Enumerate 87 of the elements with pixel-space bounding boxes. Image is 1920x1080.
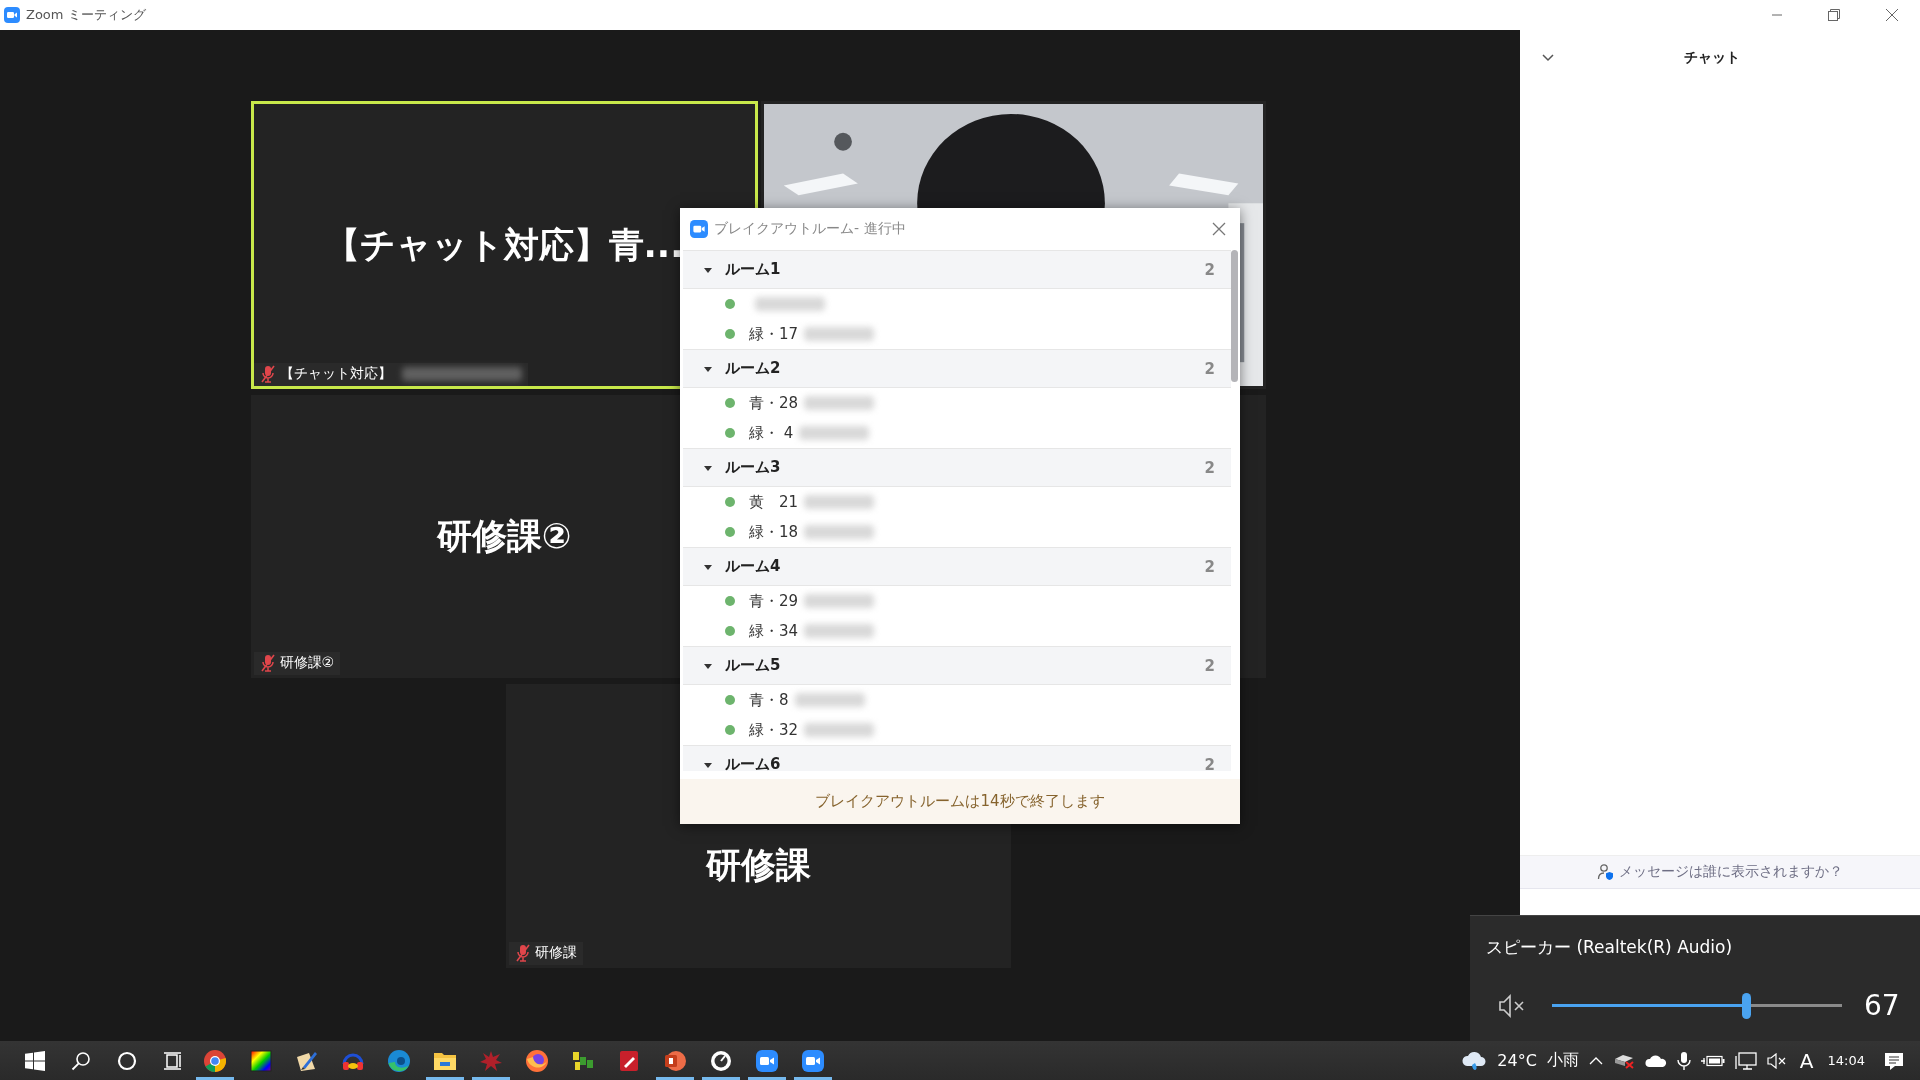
fox-globe-icon	[525, 1048, 549, 1073]
chevron-up-icon[interactable]	[1588, 1055, 1603, 1066]
participant-count: 2	[1204, 359, 1215, 378]
participant-count: 2	[1204, 755, 1215, 771]
status-dot	[725, 329, 735, 339]
circle-icon[interactable]	[117, 1050, 137, 1071]
room-name: ルーム4	[725, 557, 781, 576]
participant-name: 緑・17	[749, 324, 799, 344]
speaker-muted-icon[interactable]	[1766, 1052, 1787, 1069]
document-icon	[617, 1048, 641, 1073]
window-title: Zoom ミーティング	[26, 6, 146, 24]
participant-display-name: 研修課	[705, 843, 811, 887]
status-dot	[725, 695, 735, 705]
room-name: ルーム3	[725, 458, 781, 477]
weather-condition[interactable]: 小雨	[1546, 1050, 1579, 1071]
status-dot	[725, 596, 735, 606]
room-name: ルーム2	[725, 359, 781, 378]
status-dot	[725, 626, 735, 636]
clock[interactable]: 14:04	[1827, 1053, 1865, 1068]
participant-name: 緑・18	[749, 522, 799, 542]
device-name: スピーカー (Realtek(R) Audio)	[1486, 936, 1734, 959]
dial-icon	[709, 1048, 733, 1073]
dialog-title: ブレイクアウトルーム- 進行中	[714, 220, 906, 238]
participant-count: 2	[1204, 260, 1215, 279]
slider-thumb[interactable]	[1742, 992, 1752, 1019]
room-header[interactable]: ルーム1 2	[683, 250, 1231, 289]
participant-count: 2	[1204, 557, 1215, 576]
swirl-icon	[387, 1048, 411, 1073]
participant-name: 黄 21	[749, 492, 799, 512]
drive-error-icon[interactable]	[1612, 1052, 1635, 1069]
status-dot	[725, 299, 735, 309]
cloud-icon[interactable]	[1644, 1053, 1667, 1068]
participant-display-name: 研修課②	[436, 515, 572, 558]
participant-count: 2	[1204, 656, 1215, 675]
room-header[interactable]: ルーム5 2	[683, 646, 1231, 685]
participant-name: 青・28	[749, 393, 799, 413]
participant-name: 青・29	[749, 591, 799, 611]
volume-value: 67	[1864, 989, 1900, 1022]
status-dot	[725, 527, 735, 537]
participant-name: 研修課②	[279, 654, 335, 672]
room-header[interactable]: ルーム4 2	[683, 547, 1231, 586]
search-icon[interactable]	[71, 1050, 91, 1071]
notification-icon[interactable]	[1884, 1050, 1904, 1071]
video-camera-icon	[4, 7, 20, 23]
participant-name: 【チャット対応】	[279, 365, 392, 383]
room-header[interactable]: ルーム2 2	[683, 349, 1231, 388]
temperature[interactable]: 24°C	[1497, 1051, 1537, 1070]
video-camera-icon	[801, 1048, 825, 1073]
participant-name: 研修課	[534, 944, 577, 962]
browser-icon	[203, 1048, 227, 1073]
speaker-muted-icon[interactable]	[1498, 992, 1526, 1019]
monitor-icon[interactable]	[1734, 1051, 1757, 1070]
chevron-down-icon[interactable]	[1542, 54, 1554, 62]
participant-name: 緑・ 4	[749, 423, 794, 443]
windows-start-icon[interactable]	[25, 1050, 45, 1071]
room-name: ルーム6	[725, 755, 781, 771]
notice-text: ブレイクアウトルームは14秒で終了します	[815, 792, 1105, 811]
hint-text: メッセージは誰に表示されますか？	[1619, 863, 1843, 881]
task-view-icon[interactable]	[163, 1050, 183, 1071]
input-method-indicator[interactable]: A	[1799, 1048, 1814, 1073]
color-gradient-icon	[249, 1048, 273, 1073]
chat-title: チャット	[1684, 49, 1740, 67]
close-icon[interactable]	[1212, 222, 1226, 236]
participant-display-name: 【チャット対応】青...	[324, 223, 684, 267]
cloud-rain-icon[interactable]	[1461, 1049, 1488, 1072]
status-dot	[725, 497, 735, 507]
scrollbar-thumb[interactable]	[1231, 250, 1238, 382]
participant-name: 緑・32	[749, 720, 799, 740]
participant-name: 青・8	[749, 690, 789, 710]
room-name: ルーム1	[725, 260, 781, 279]
participant-name: 緑・34	[749, 621, 799, 641]
restore-icon[interactable]	[1828, 9, 1840, 21]
room-header[interactable]: ルーム3 2	[683, 448, 1231, 487]
microphone-icon[interactable]	[1676, 1050, 1691, 1071]
status-dot	[725, 398, 735, 408]
video-camera-icon	[690, 220, 708, 238]
battery-plug-icon[interactable]	[1700, 1053, 1725, 1068]
room-name: ルーム5	[725, 656, 781, 675]
person-shield-icon	[1597, 863, 1615, 881]
video-camera-icon	[755, 1048, 779, 1073]
participant-count: 2	[1204, 458, 1215, 477]
visibility-hint-bar[interactable]: メッセージは誰に表示されますか？	[1520, 855, 1920, 889]
slides-icon	[663, 1048, 687, 1073]
close-icon[interactable]	[1886, 9, 1898, 21]
status-dot	[725, 725, 735, 735]
status-dot	[725, 428, 735, 438]
room-header[interactable]: ルーム6 2	[683, 745, 1231, 771]
